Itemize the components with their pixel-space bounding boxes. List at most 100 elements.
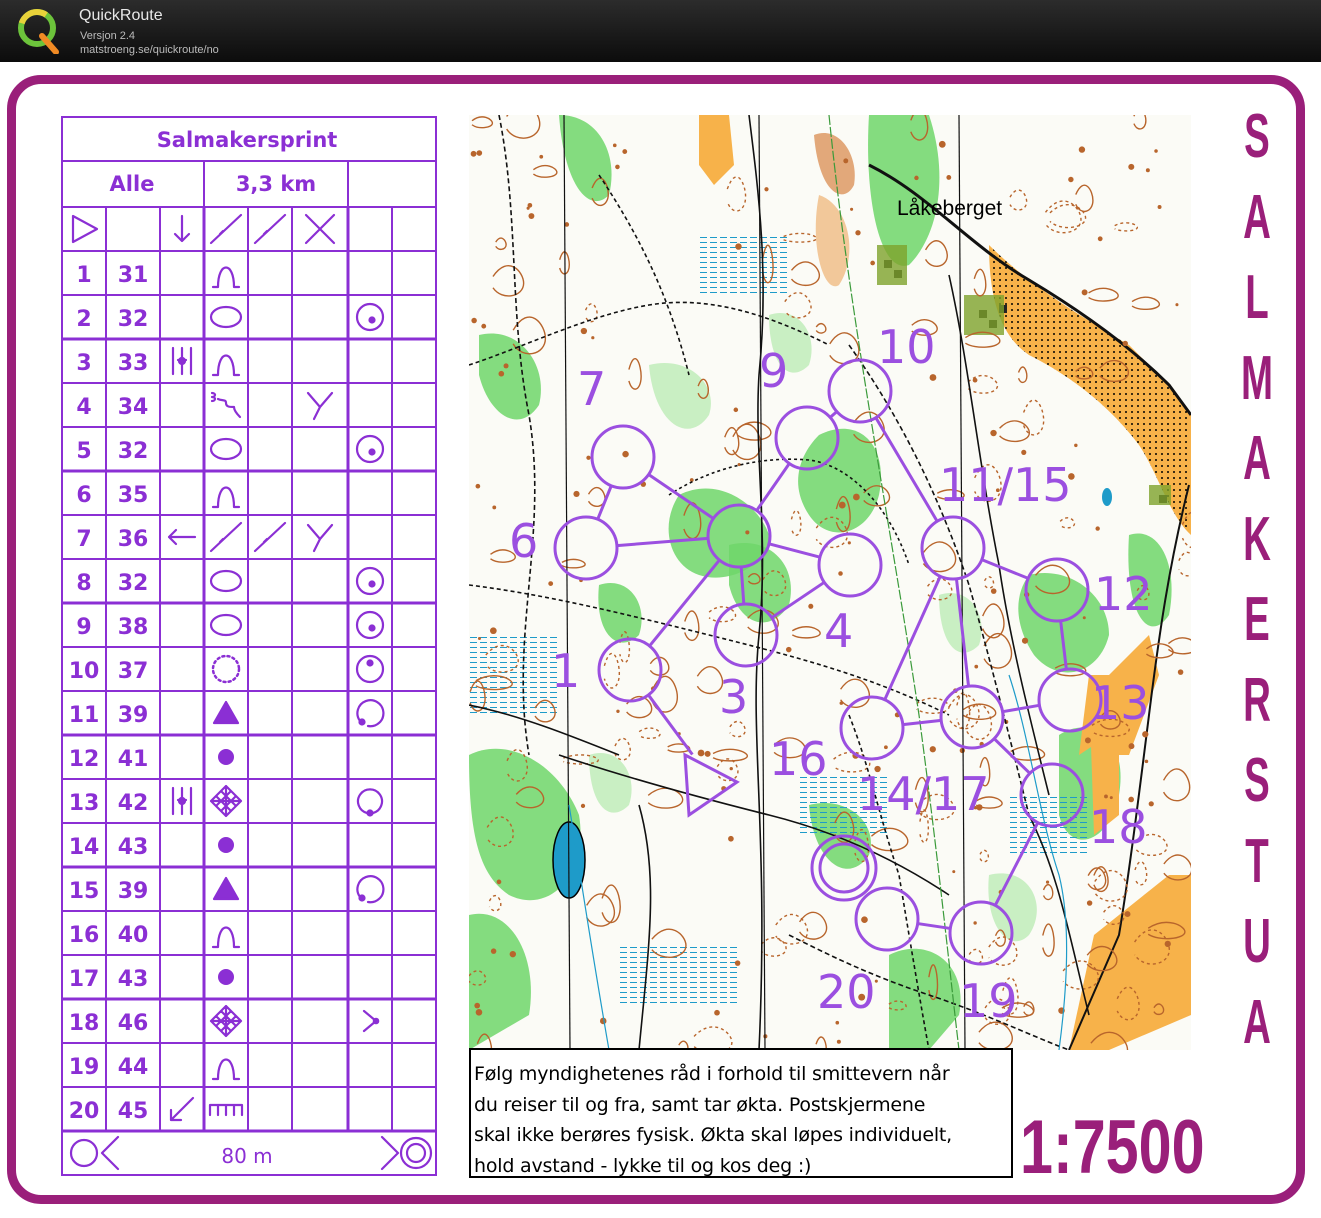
control-code: 36 <box>118 527 149 552</box>
control-code: 32 <box>118 307 149 332</box>
forward-slash-icon <box>253 521 287 553</box>
control-label: 13 <box>1091 676 1150 730</box>
control-number: 16 <box>69 923 100 948</box>
position-top-icon <box>355 654 385 684</box>
control-label: 20 <box>817 965 876 1019</box>
vertical-title-letter: K <box>1243 504 1271 574</box>
control-label: 12 <box>1094 567 1153 621</box>
depression-icon <box>209 569 243 593</box>
description-grid: Salmakersprint Alle 3,3 km 1 312 323 334 345… <box>61 116 437 1176</box>
thicket-icon <box>209 784 243 818</box>
position-bottom-icon <box>355 610 385 640</box>
control-description-sheet: Salmakersprint Alle 3,3 km 1 31 2 32 3 33 4 34 5… <box>60 115 440 1181</box>
control-label: 16 <box>769 732 828 786</box>
control-label: 3 <box>719 670 748 724</box>
control-code: 37 <box>118 659 149 684</box>
forward-slash-icon <box>253 213 287 245</box>
thicket-icon <box>209 1004 243 1038</box>
knoll-icon <box>211 354 241 377</box>
start-triangle-icon <box>71 214 99 244</box>
control-code: 45 <box>118 1099 149 1124</box>
control-code: 41 <box>118 747 149 772</box>
knoll-icon <box>211 1058 241 1081</box>
control-code: 35 <box>118 483 149 508</box>
control-code: 34 <box>118 395 149 420</box>
dot-icon <box>218 749 234 765</box>
place-name-label: Låkeberget <box>897 197 1002 220</box>
notice-line: Følg myndighetenes råd i forhold til smi… <box>474 1063 950 1085</box>
control-code: 42 <box>118 791 149 816</box>
control-code: 44 <box>118 1055 149 1080</box>
depression-icon <box>209 305 243 329</box>
control-number: 8 <box>76 571 91 596</box>
control-label: 9 <box>759 344 788 398</box>
control-code: 39 <box>118 879 149 904</box>
knoll-icon <box>211 926 241 949</box>
vertical-title-letter: L <box>1245 263 1269 332</box>
depression-icon <box>209 437 243 461</box>
cross-icon <box>304 213 336 245</box>
control-code: 32 <box>118 571 149 596</box>
junction-icon <box>306 523 334 553</box>
control-number: 14 <box>69 835 100 860</box>
chevron-right-icon <box>362 1009 380 1033</box>
vertical-title-letter: E <box>1244 585 1270 654</box>
class-name: Alle <box>110 172 155 196</box>
arrow-down-left-icon <box>169 1096 195 1122</box>
vertical-title-letter: T <box>1245 826 1269 896</box>
between-icon <box>171 346 193 376</box>
event-name: Salmakersprint <box>157 128 338 152</box>
control-label: 1 <box>551 644 580 698</box>
control-label: 10 <box>877 320 936 374</box>
notice-line: du reiser til og fra, samt tar økta. Pos… <box>474 1093 926 1116</box>
dot-icon <box>218 837 234 853</box>
triangle-icon <box>212 876 240 901</box>
position-bottom-icon <box>355 566 385 596</box>
control-code: 40 <box>118 923 149 948</box>
control-label: 14/17 <box>857 767 990 821</box>
notice-line: hold avstand - lykke til og kos deg :) <box>474 1154 812 1177</box>
control-label: 7 <box>577 362 606 416</box>
position-bottom-open-icon <box>356 788 384 817</box>
junction-icon <box>306 391 334 421</box>
control-code: 46 <box>118 1011 149 1036</box>
app-title: QuickRoute <box>79 7 163 24</box>
title-bar: QuickRoute Versjon 2.4 matstroeng.se/qui… <box>0 0 1321 62</box>
quickroute-logo-icon <box>18 9 59 54</box>
control-number: 5 <box>76 439 91 464</box>
arrow-down-icon <box>173 214 191 243</box>
knoll-icon <box>211 486 241 509</box>
position-sw-icon <box>356 699 385 728</box>
map-scale: 1:7500 <box>1020 1105 1205 1190</box>
control-number: 9 <box>76 615 91 640</box>
fence-icon <box>208 1103 244 1117</box>
orienteering-map[interactable]: Låkeberget 1 3467 9 1011/15121314/171618192… <box>469 115 1191 1050</box>
control-code: 33 <box>118 351 149 376</box>
control-number: 1 <box>76 263 91 288</box>
control-code: 38 <box>118 615 149 640</box>
control-code: 43 <box>118 967 149 992</box>
vertical-title-letter: A <box>1243 987 1271 1057</box>
dot-icon <box>218 969 234 985</box>
course-length: 3,3 km <box>236 172 316 196</box>
control-code: 31 <box>118 263 149 288</box>
notice-box: Følg myndighetenes råd i forhold til smi… <box>469 1048 1013 1178</box>
knoll-icon <box>211 266 241 289</box>
vertical-title-letter: A <box>1243 424 1271 493</box>
forward-slash-icon <box>209 521 243 553</box>
control-number: 3 <box>76 351 91 376</box>
control-code: 39 <box>118 703 149 728</box>
vertical-title-letter: U <box>1243 907 1271 976</box>
control-code: 32 <box>118 439 149 464</box>
app-version: Versjon 2.4 <box>80 30 136 42</box>
dotted-circle-icon <box>211 654 241 684</box>
control-label: 4 <box>824 604 853 658</box>
control-number: 6 <box>76 483 91 508</box>
control-number: 10 <box>69 659 100 684</box>
notice-line: skal ikke berøres fysisk. Økta skal løpe… <box>474 1124 952 1146</box>
vertical-title-letter: S <box>1244 746 1270 815</box>
position-bottom-icon <box>355 434 385 464</box>
control-label: 18 <box>1089 800 1148 854</box>
position-sw-icon <box>356 875 385 904</box>
control-number: 15 <box>69 879 100 904</box>
